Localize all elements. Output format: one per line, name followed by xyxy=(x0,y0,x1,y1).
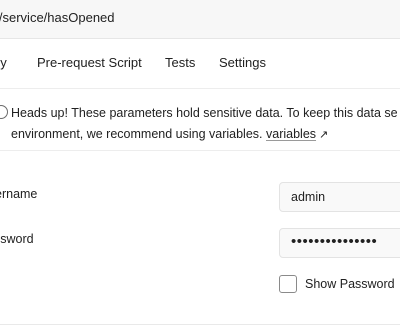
request-tabs: dy Pre-request Script Tests Settings xyxy=(0,39,400,87)
tab-tests[interactable]: Tests xyxy=(165,55,195,70)
notice-text: Heads up! These parameters hold sensitiv… xyxy=(11,103,400,146)
username-value: admin xyxy=(291,190,326,204)
password-label: ssword xyxy=(0,232,34,246)
username-label: ername xyxy=(0,187,38,201)
username-field[interactable]: admin xyxy=(279,182,400,212)
notice-line-2: environment, we recommend using variable… xyxy=(11,127,263,141)
request-url-bar[interactable]: i/service/hasOpened xyxy=(0,0,400,39)
info-icon xyxy=(0,105,8,119)
tab-body[interactable]: dy xyxy=(0,55,7,70)
show-password-label[interactable]: Show Password xyxy=(305,277,395,291)
tab-settings[interactable]: Settings xyxy=(219,55,266,70)
tab-pre-request-script[interactable]: Pre-request Script xyxy=(37,55,142,70)
show-password-checkbox[interactable] xyxy=(279,275,297,293)
password-value: ••••••••••••••• xyxy=(291,233,378,250)
password-field[interactable]: ••••••••••••••• xyxy=(279,228,400,258)
request-url[interactable]: i/service/hasOpened xyxy=(0,10,115,25)
notice-line-1: Heads up! These parameters hold sensitiv… xyxy=(11,106,398,120)
sensitive-data-notice: Heads up! These parameters hold sensitiv… xyxy=(0,88,400,151)
arrow-up-right-icon: ↗ xyxy=(319,129,329,141)
variables-link[interactable]: variables xyxy=(266,127,316,141)
divider xyxy=(0,324,400,325)
